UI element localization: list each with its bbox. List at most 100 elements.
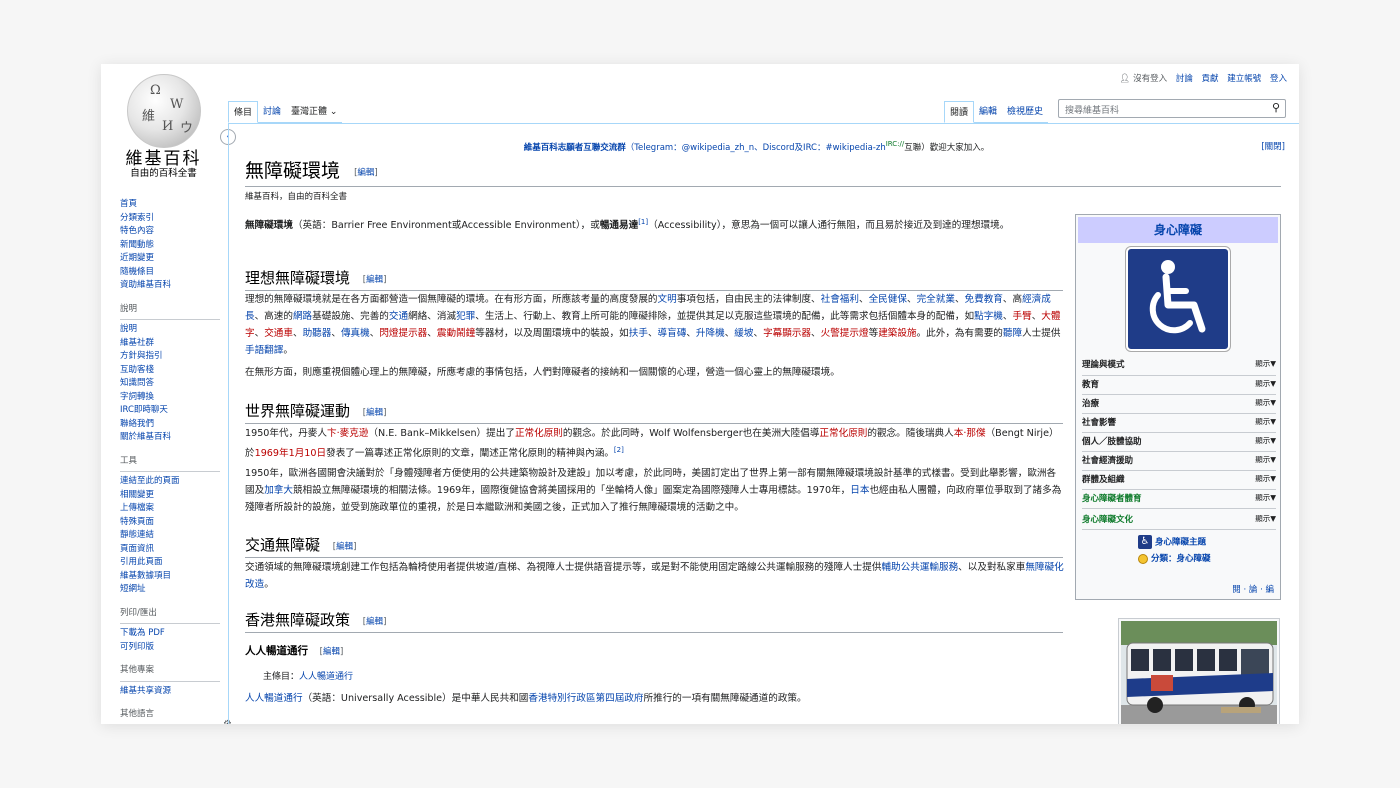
sidebar-item-random[interactable]: 隨機條目 — [120, 266, 220, 280]
sidebar-item-permalink[interactable]: 靜態連結 — [120, 529, 220, 543]
not-logged-in-text: 沒有登入 — [1133, 74, 1168, 84]
sidebar-item-what-links-here[interactable]: 連結至此的頁面 — [120, 475, 220, 489]
sitenotice-channels-link[interactable]: （Telegram：@wikipedia_zh_n、Discord及IRC：#w… — [626, 143, 886, 153]
section-edit-link[interactable]: 編輯 — [366, 408, 383, 418]
infobox-title[interactable]: 身心障礙 — [1078, 217, 1278, 243]
main-article-link[interactable]: 人人暢道通行 — [299, 672, 353, 682]
sidebar-item-wikidata[interactable]: 維基數據項目 — [120, 570, 220, 584]
sidebar-item-irc[interactable]: IRC即時聊天 — [120, 404, 220, 418]
ideal-paragraph-1: 理想的無障礙環境就是在各方面都營造一個無障礙的環境。在有形方面，所應該考量的高度… — [245, 294, 1061, 356]
ref-2-link[interactable]: [2] — [614, 446, 624, 454]
infobox-row-education[interactable]: 教育 顯示▼ — [1082, 375, 1276, 390]
namespace-tabs: 條目 討論 臺灣正體 ⌄ — [228, 101, 343, 123]
sidebar-item-help[interactable]: 說明 — [120, 323, 220, 337]
intro-paragraph: 無障礙環境（英語：Barrier Free Environment或Access… — [245, 218, 1010, 232]
show-toggle[interactable]: 顯示▼ — [1255, 397, 1276, 408]
login-link[interactable]: 登入 — [1270, 74, 1287, 84]
title-edit-link[interactable]: 編輯 — [357, 168, 374, 178]
infobox-row-personal-assist[interactable]: 個人／肢體協助 顯示▼ — [1082, 432, 1276, 447]
show-toggle[interactable]: 顯示▼ — [1255, 378, 1276, 389]
sidebar-item-village-pump[interactable]: 互助客棧 — [120, 364, 220, 378]
search-icon[interactable]: ⚲ — [1272, 101, 1280, 114]
globe-icon: Ω W 維 И ウ — [127, 74, 201, 148]
infobox-row-socioeconomic[interactable]: 社會經濟援助 顯示▼ — [1082, 451, 1276, 466]
sidebar-item-categories[interactable]: 分類索引 — [120, 212, 220, 226]
show-toggle[interactable]: 顯示▼ — [1255, 416, 1276, 427]
infobox-row-treatment[interactable]: 治療 顯示▼ — [1082, 394, 1276, 409]
infobox-row-culture[interactable]: 身心障礙文化 顯示▼ — [1082, 508, 1276, 525]
tab-talk[interactable]: 討論 — [258, 101, 287, 123]
section-edit-link[interactable]: 編輯 — [323, 647, 340, 657]
sidebar-item-cite[interactable]: 引用此頁面 — [120, 556, 220, 570]
accessible-bus-image[interactable] — [1118, 618, 1280, 724]
section-edit-link[interactable]: 編輯 — [366, 617, 383, 627]
subsection-heading: 人人暢道通行 [編輯] — [245, 645, 344, 657]
tab-read[interactable]: 閱讀 — [944, 101, 975, 123]
tagline: 維基百科，自由的百科全書 — [245, 192, 348, 202]
vte-links[interactable]: 閱 · 論 · 編 — [1232, 583, 1274, 595]
infobox-row-sports[interactable]: 身心障礙者體育 顯示▼ — [1082, 489, 1276, 504]
sidebar-item-policy[interactable]: 方針與指引 — [120, 350, 220, 364]
infobox-row-theory[interactable]: 理論與模式 顯示▼ — [1082, 358, 1276, 370]
sitenotice-irc-sup: IRC:// — [885, 140, 905, 148]
infobox-divider — [1082, 529, 1276, 530]
sitenotice-title-link[interactable]: 維基百科志願者互聯交流群 — [524, 143, 626, 153]
dismiss-notice-button[interactable]: [關閉] — [1261, 140, 1285, 152]
sidebar-item-related-changes[interactable]: 相關變更 — [120, 489, 220, 503]
wheelchair-icon[interactable] — [1126, 247, 1230, 351]
category-link[interactable]: 分類：身心障礙 — [1138, 552, 1210, 564]
sidebar-item-commons[interactable]: 維基共享資源 — [120, 685, 220, 699]
sidebar-item-printable[interactable]: 可列印版 — [120, 641, 220, 655]
chevron-down-icon: ⌄ — [329, 107, 338, 117]
sidebar-item-questions[interactable]: 知識問答 — [120, 377, 220, 391]
search-input[interactable]: 搜尋維基百科 ⚲ — [1058, 99, 1286, 118]
sidebar-item-upload[interactable]: 上傳檔案 — [120, 502, 220, 516]
sidebar-item-recent-changes[interactable]: 近期變更 — [120, 252, 220, 266]
sidebar-languages-row: 其他語言 ⚙ — [120, 708, 232, 724]
show-toggle[interactable]: 顯示▼ — [1255, 435, 1276, 446]
tab-history[interactable]: 檢視歷史 — [1002, 101, 1049, 123]
tab-edit[interactable]: 編輯 — [974, 101, 1003, 123]
sidebar-item-news[interactable]: 新聞動態 — [120, 239, 220, 253]
sidebar-item-page-info[interactable]: 頁面資訊 — [120, 543, 220, 557]
sidebar-item-special-pages[interactable]: 特殊頁面 — [120, 516, 220, 530]
sidebar-item-home[interactable]: 首頁 — [120, 198, 220, 212]
show-toggle[interactable]: 顯示▼ — [1255, 358, 1276, 369]
contributions-link[interactable]: 貢獻 — [1202, 74, 1219, 84]
sidebar-heading-help: 說明 — [120, 303, 220, 320]
title-edit-section: [編輯] — [354, 168, 378, 178]
sidebar-item-donate[interactable]: 資助維基百科 — [120, 279, 220, 293]
logo-subtitle: 自由的百科全書 — [130, 168, 197, 179]
sidebar-item-contact[interactable]: 聯絡我們 — [120, 418, 220, 432]
sidebar-item-short-url[interactable]: 短網址 — [120, 583, 220, 597]
ref-1-link[interactable]: [1] — [638, 218, 648, 226]
ideal-paragraph-2: 在無形方面，則應重視個體心理上的無障礙，所應考慮的事情包括，人們對障礙者的接納和… — [245, 367, 840, 378]
infobox-row-social-impact[interactable]: 社會影響 顯示▼ — [1082, 413, 1276, 428]
section-edit-link[interactable]: 編輯 — [366, 275, 383, 285]
sidebar-item-conversion[interactable]: 字詞轉換 — [120, 391, 220, 405]
variant-dropdown[interactable]: 臺灣正體 ⌄ — [286, 101, 343, 123]
sidebar-item-featured[interactable]: 特色內容 — [120, 225, 220, 239]
infobox-row-groups[interactable]: 群體及組織 顯示▼ — [1082, 470, 1276, 485]
wikipedia-logo[interactable]: Ω W 維 И ウ 維基百科 自由的百科全書 — [101, 64, 226, 194]
show-toggle[interactable]: 顯示▼ — [1255, 473, 1276, 484]
section-heading-ideal: 理想無障礙環境 [編輯] — [245, 267, 1063, 291]
hongkong-paragraph: 人人暢道通行（英語：Universally Acessible）是中華人民共和國… — [245, 693, 807, 704]
tab-article[interactable]: 條目 — [228, 101, 259, 123]
section-heading-transport: 交通無障礙 [編輯] — [245, 534, 1063, 558]
portal-icon: ♿ — [1138, 535, 1152, 549]
show-toggle[interactable]: 顯示▼ — [1255, 492, 1276, 503]
sidebar-item-pdf[interactable]: 下載為 PDF — [120, 627, 220, 641]
bus-photo — [1121, 621, 1277, 724]
page-title-text: 無障礙環境 — [245, 160, 341, 182]
show-toggle[interactable]: 顯示▼ — [1255, 513, 1276, 524]
user-icon: 👤︎ — [1119, 74, 1131, 84]
sidebar-item-community[interactable]: 維基社群 — [120, 337, 220, 351]
create-account-link[interactable]: 建立帳號 — [1227, 74, 1261, 84]
show-toggle[interactable]: 顯示▼ — [1255, 454, 1276, 465]
talk-link[interactable]: 討論 — [1176, 74, 1193, 84]
sidebar-item-about[interactable]: 關於維基百科 — [120, 431, 220, 445]
portal-link[interactable]: ♿ 身心障礙主題 — [1138, 535, 1206, 549]
variant-label: 臺灣正體 — [291, 107, 328, 117]
section-edit-link[interactable]: 編輯 — [336, 542, 353, 552]
